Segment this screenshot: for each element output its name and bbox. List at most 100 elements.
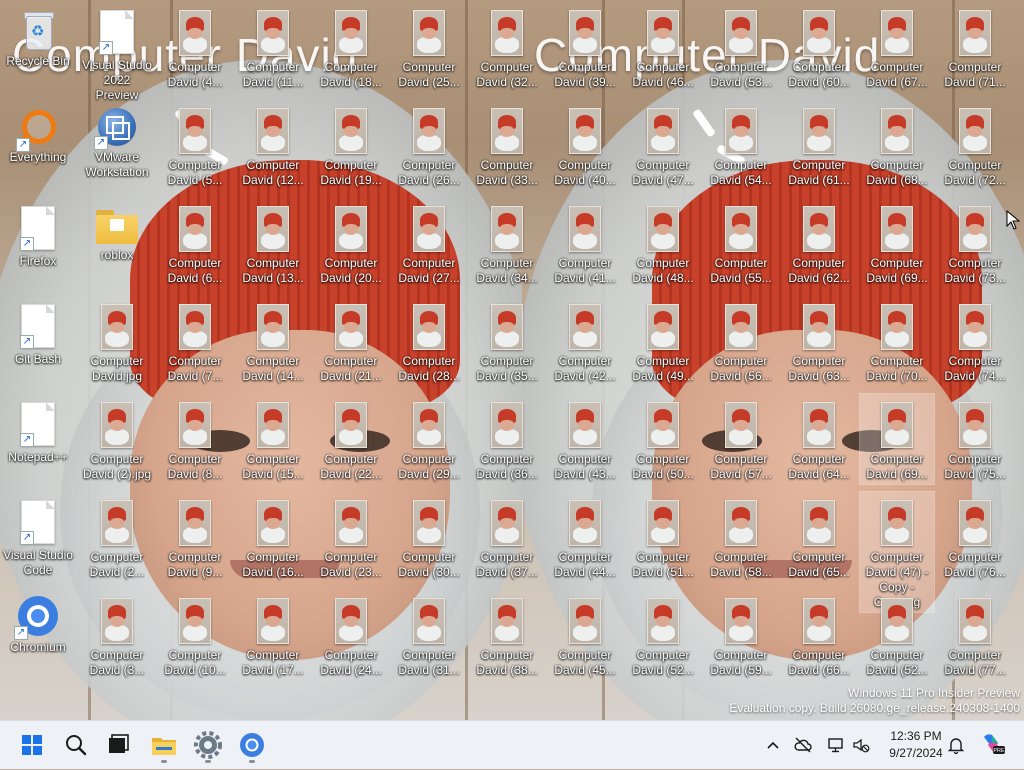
image-file-item[interactable]: Computer David (27... [392, 198, 466, 288]
image-file-item[interactable]: Computer David (55... [704, 198, 778, 288]
image-file-item[interactable]: Computer David (61... [782, 100, 856, 190]
notifications-button[interactable] [946, 735, 966, 755]
file-explorer-button[interactable] [144, 725, 184, 765]
chromium-taskbar-button[interactable] [232, 725, 272, 765]
image-file-item[interactable]: Computer David (34... [470, 198, 544, 288]
image-file-item[interactable]: Computer David (33... [470, 100, 544, 190]
start-button[interactable] [12, 725, 52, 765]
image-file-item[interactable]: Computer David (21... [314, 296, 388, 386]
image-file-item[interactable]: Computer David (17... [236, 590, 310, 680]
taskbar-clock[interactable]: 12:36 PM 9/27/2024 [878, 728, 954, 762]
image-file-item[interactable]: Computer David (39... [548, 2, 622, 92]
image-file-item[interactable]: Computer David (38... [470, 590, 544, 680]
image-file-item[interactable]: Computer David (35... [470, 296, 544, 386]
chromium-shortcut[interactable]: ↗ Chromium [1, 590, 75, 680]
image-file-item[interactable]: Computer David (63... [782, 296, 856, 386]
image-file-item[interactable]: Computer David (36... [470, 394, 544, 484]
image-file-item[interactable]: Computer David (43... [548, 394, 622, 484]
image-file-item[interactable]: Computer David.jpg [80, 296, 154, 386]
vmware-workstation-shortcut[interactable]: ↗ VMware Workstation [80, 100, 154, 190]
image-file-item[interactable]: Computer David (14... [236, 296, 310, 386]
vscode-shortcut[interactable]: ↗ Visual Studio Code [1, 492, 75, 582]
image-file-item[interactable]: Computer David (26... [392, 100, 466, 190]
onedrive-status-button[interactable] [793, 735, 813, 755]
search-button[interactable] [56, 725, 96, 765]
image-file-item[interactable]: Computer David (2).jpg [80, 394, 154, 484]
network-button[interactable] [826, 735, 846, 755]
image-file-item[interactable]: Computer David (59... [704, 590, 778, 680]
image-file-item[interactable]: Computer David (71... [938, 2, 1012, 92]
volume-button[interactable] [851, 735, 871, 755]
image-file-item[interactable]: Computer David (54... [704, 100, 778, 190]
image-file-item[interactable]: Computer David (11... [236, 2, 310, 92]
show-hidden-icons-button[interactable] [763, 735, 783, 755]
image-file-item[interactable]: Computer David (44... [548, 492, 622, 582]
image-file-item[interactable]: Computer David (28... [392, 296, 466, 386]
image-file-item[interactable]: Computer David (58... [704, 492, 778, 582]
image-file-item[interactable]: Computer David (60... [782, 2, 856, 92]
everything-shortcut[interactable]: ↗ Everything [1, 100, 75, 190]
image-file-item[interactable]: Computer David (72... [938, 100, 1012, 190]
image-file-item[interactable]: Computer David (12... [236, 100, 310, 190]
image-file-item[interactable]: Computer David (52... [626, 590, 700, 680]
copilot-button[interactable]: PRE [980, 731, 1006, 757]
image-file-item[interactable]: Computer David (46... [626, 2, 700, 92]
image-file-item[interactable]: Computer David (69... [859, 393, 935, 485]
image-file-item[interactable]: Computer David (50... [626, 394, 700, 484]
image-file-item[interactable]: Computer David (31... [392, 590, 466, 680]
image-file-item[interactable]: Computer David (2... [80, 492, 154, 582]
image-file-item[interactable]: Computer David (57... [704, 394, 778, 484]
image-file-item[interactable]: Computer David (76... [938, 492, 1012, 582]
notepad-plus-plus-shortcut[interactable]: ↗ Notepad++ [1, 394, 75, 484]
image-file-item[interactable]: Computer David (41... [548, 198, 622, 288]
git-bash-shortcut[interactable]: ↗ Git Bash [1, 296, 75, 386]
image-file-item[interactable]: Computer David (3... [80, 590, 154, 680]
image-file-item[interactable]: Computer David (66... [782, 590, 856, 680]
image-file-item[interactable]: Computer David (5... [158, 100, 232, 190]
image-file-item[interactable]: Computer David (69... [860, 198, 934, 288]
image-file-item[interactable]: Computer David (6... [158, 198, 232, 288]
image-file-item[interactable]: Computer David (67... [860, 2, 934, 92]
recycle-bin-shortcut[interactable]: ♻ Recycle Bin [1, 2, 75, 92]
image-file-item[interactable]: Computer David (52... [860, 590, 934, 680]
image-file-item[interactable]: Computer David (51... [626, 492, 700, 582]
image-file-item[interactable]: Computer David (77... [938, 590, 1012, 680]
image-file-item[interactable]: Computer David (75... [938, 394, 1012, 484]
image-file-item[interactable]: Computer David (22... [314, 394, 388, 484]
image-file-item[interactable]: Computer David (7... [158, 296, 232, 386]
image-file-item[interactable]: Computer David (64... [782, 394, 856, 484]
image-file-item[interactable]: Computer David (70... [860, 296, 934, 386]
image-file-item[interactable]: Computer David (48... [626, 198, 700, 288]
image-file-item[interactable]: Computer David (49... [626, 296, 700, 386]
image-file-item[interactable]: Computer David (42... [548, 296, 622, 386]
image-file-item[interactable]: Computer David (47... [626, 100, 700, 190]
image-file-item[interactable]: Computer David (20... [314, 198, 388, 288]
image-file-item[interactable]: Computer David (29... [392, 394, 466, 484]
task-view-button[interactable] [98, 725, 138, 765]
image-file-item[interactable]: Computer David (74... [938, 296, 1012, 386]
visual-studio-2022-shortcut[interactable]: ↗ Visual Studio 2022 Preview [80, 2, 154, 102]
firefox-shortcut[interactable]: ↗ Firefox [1, 198, 75, 288]
image-file-item[interactable]: Computer David (56... [704, 296, 778, 386]
image-file-item[interactable]: Computer David (68... [860, 100, 934, 190]
image-file-item[interactable]: Computer David (73... [938, 198, 1012, 288]
image-file-item[interactable]: Computer David (15... [236, 394, 310, 484]
image-file-item[interactable]: Computer David (4... [158, 2, 232, 92]
image-file-item[interactable]: Computer David (18... [314, 2, 388, 92]
image-file-item[interactable]: Computer David (65... [782, 492, 856, 582]
settings-button[interactable] [188, 725, 228, 765]
image-file-item[interactable]: Computer David (8... [158, 394, 232, 484]
image-file-item[interactable]: Computer David (40... [548, 100, 622, 190]
image-file-item[interactable]: Computer David (25... [392, 2, 466, 92]
image-file-item[interactable]: Computer David (19... [314, 100, 388, 190]
image-file-item[interactable]: Computer David (32... [470, 2, 544, 92]
image-file-item[interactable]: Computer David (30... [392, 492, 466, 582]
image-file-item[interactable]: Computer David (62... [782, 198, 856, 288]
roblox-folder[interactable]: roblox [80, 198, 154, 288]
image-file-item[interactable]: Computer David (9... [158, 492, 232, 582]
image-file-item[interactable]: Computer David (23... [314, 492, 388, 582]
image-file-item[interactable]: Computer David (10... [158, 590, 232, 680]
image-file-item[interactable]: Computer David (45... [548, 590, 622, 680]
image-file-item[interactable]: Computer David (16... [236, 492, 310, 582]
image-file-item[interactable]: Computer David (24... [314, 590, 388, 680]
